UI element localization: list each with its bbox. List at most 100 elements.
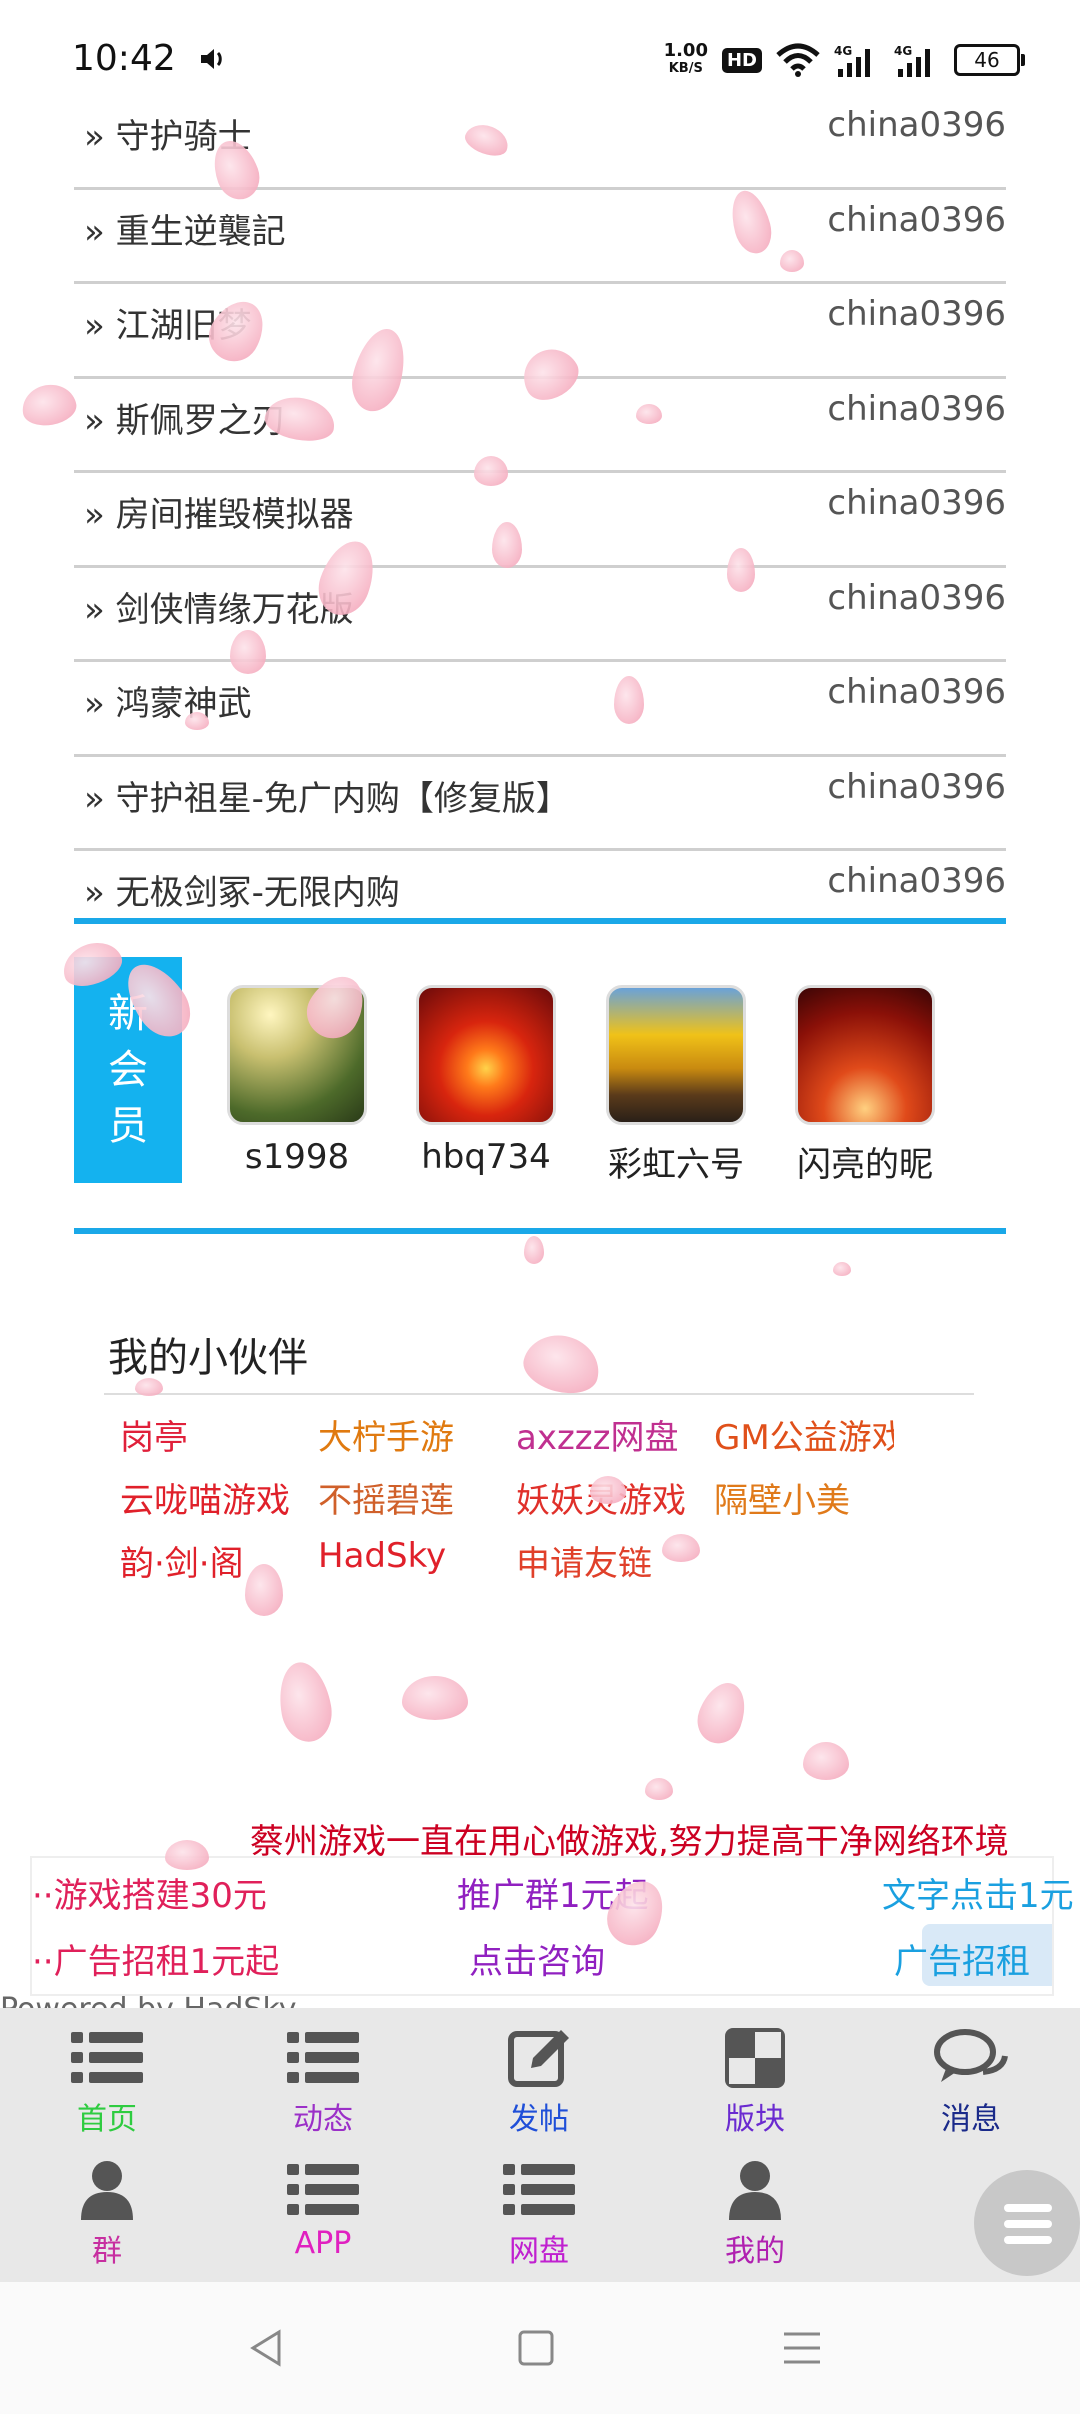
net-speed: 1.00 KB/S <box>664 42 708 78</box>
thread-author[interactable]: china0396 <box>827 200 1006 240</box>
member-card[interactable]: 闪亮的昵 <box>785 985 945 1186</box>
divider <box>74 1228 1006 1234</box>
ad-link[interactable]: 推广群1元起 <box>457 1868 649 1917</box>
thread-title[interactable]: » 房间摧毁模拟器 <box>84 487 354 536</box>
petal-decoration <box>833 1262 851 1276</box>
thread-author[interactable]: china0396 <box>827 483 1006 523</box>
thread-title[interactable]: » 守护骑士 <box>84 109 252 158</box>
nav-label: 我的 <box>725 2234 785 2269</box>
nav-label: 网盘 <box>509 2234 569 2269</box>
avatar[interactable] <box>227 985 367 1125</box>
menu-fab[interactable] <box>974 2170 1080 2276</box>
member-name[interactable]: 闪亮的昵 <box>785 1137 945 1186</box>
partner-link[interactable]: GM公益游戏 <box>714 1410 894 1459</box>
divider <box>104 1393 974 1395</box>
new-members-tag: 新 会 员 <box>74 957 182 1183</box>
nav-me[interactable]: 我的 <box>655 2160 855 2270</box>
back-icon[interactable] <box>245 2326 289 2370</box>
thread-author[interactable]: china0396 <box>827 389 1006 429</box>
thread-row[interactable]: » 无极剑冢-无限内购 china0396 <box>74 851 1006 943</box>
nav-messages[interactable]: 消息 <box>871 2028 1071 2138</box>
nav-app[interactable]: APP <box>223 2160 423 2261</box>
nav-boards[interactable]: 版块 <box>655 2028 855 2138</box>
avatar[interactable] <box>795 985 935 1125</box>
thread-row[interactable]: » 守护骑士 china0396 <box>74 95 1006 190</box>
nav-label: APP <box>294 2226 352 2261</box>
thread-author[interactable]: china0396 <box>827 105 1006 145</box>
partner-link[interactable]: axzzz网盘 <box>516 1410 701 1459</box>
battery-level: 46 <box>974 48 1000 72</box>
bottom-nav: 首页 动态 发帖 版块 消息 群 APP 网盘 我的 <box>0 2008 1080 2282</box>
thread-author[interactable]: china0396 <box>827 767 1006 807</box>
thread-title[interactable]: » 守护祖星-免广内购【修复版】 <box>84 771 570 820</box>
partner-link[interactable]: 隔壁小美 <box>714 1473 899 1522</box>
nav-group[interactable]: 群 <box>7 2160 207 2270</box>
speaker-icon <box>201 49 222 69</box>
edit-icon <box>508 2030 569 2087</box>
thread-title[interactable]: » 重生逆襲記 <box>84 204 286 253</box>
nav-label: 版块 <box>725 2102 785 2137</box>
menu-icon-bar <box>1004 2204 1052 2212</box>
nav-label: 消息 <box>941 2102 1001 2137</box>
partner-link[interactable]: 大柠手游 <box>318 1410 503 1459</box>
consult-link[interactable]: 点击咨询 <box>469 1934 605 1983</box>
nav-post[interactable]: 发帖 <box>439 2028 639 2138</box>
member-card[interactable]: 彩虹六号 <box>596 985 756 1186</box>
member-name[interactable]: s1998 <box>217 1137 377 1177</box>
thread-row[interactable]: » 斯佩罗之刃 china0396 <box>74 379 1006 473</box>
thread-row[interactable]: » 江湖旧梦 china0396 <box>74 284 1006 379</box>
member-card[interactable]: hbq734 <box>406 985 566 1177</box>
thread-author[interactable]: china0396 <box>827 294 1006 334</box>
divider <box>74 918 1006 924</box>
nav-label: 首页 <box>77 2102 137 2137</box>
tag-char: 员 <box>108 1103 148 1149</box>
thread-row[interactable]: » 房间摧毁模拟器 china0396 <box>74 473 1006 568</box>
user-icon <box>81 2161 133 2220</box>
thread-row[interactable]: » 重生逆襲記 china0396 <box>74 190 1006 284</box>
ad-link[interactable]: 文字点击1元 <box>882 1868 1074 1917</box>
member-name[interactable]: 彩虹六号 <box>596 1137 756 1186</box>
nav-home[interactable]: 首页 <box>7 2028 207 2138</box>
recents-menu-icon[interactable] <box>780 2326 824 2370</box>
avatar[interactable] <box>416 985 556 1125</box>
list-icon <box>287 2032 359 2083</box>
nav-drive[interactable]: 网盘 <box>439 2160 639 2270</box>
avatar[interactable] <box>606 985 746 1125</box>
thread-row[interactable]: » 剑侠情缘万花版 china0396 <box>74 568 1006 662</box>
petal-decoration <box>690 1676 754 1750</box>
thread-author[interactable]: china0396 <box>827 578 1006 618</box>
partner-link[interactable]: 岗亭 <box>120 1410 305 1459</box>
partner-link[interactable]: 不摇碧莲 <box>318 1473 503 1522</box>
partner-link[interactable]: 妖妖灵游戏 <box>516 1473 706 1522</box>
nav-feed[interactable]: 动态 <box>223 2028 423 2138</box>
thread-row[interactable]: » 鸿蒙神武 china0396 <box>74 662 1006 757</box>
thread-author[interactable]: china0396 <box>827 672 1006 712</box>
partner-link[interactable]: 云咙喵游戏 <box>120 1473 310 1522</box>
home-square-icon[interactable] <box>514 2326 558 2370</box>
member-card[interactable]: s1998 <box>217 985 377 1177</box>
net-speed-value: 1.00 <box>663 40 708 61</box>
partner-link[interactable]: 韵·剑·阁 <box>120 1536 305 1585</box>
thread-author[interactable]: china0396 <box>827 861 1006 901</box>
signal-4g-icon-2: 4G <box>894 44 930 77</box>
ad-link[interactable]: ··游戏搭建30元 <box>32 1868 267 1917</box>
svg-text:4G: 4G <box>894 44 912 58</box>
ad-link[interactable]: ··广告招租1元起 <box>32 1934 279 1983</box>
thread-title[interactable]: » 鸿蒙神武 <box>84 676 252 725</box>
thread-title[interactable]: » 无极剑冢-无限内购 <box>84 865 400 914</box>
petal-decoration <box>803 1742 849 1780</box>
member-name[interactable]: hbq734 <box>406 1137 566 1177</box>
petal-decoration <box>645 1778 673 1800</box>
partner-link[interactable]: 申请友链 <box>516 1536 701 1585</box>
thread-title[interactable]: » 斯佩罗之刃 <box>84 393 286 442</box>
partner-link[interactable]: HadSky <box>318 1536 503 1576</box>
thread-title[interactable]: » 江湖旧梦 <box>84 298 252 347</box>
menu-icon-bar <box>1004 2236 1052 2244</box>
thread-title[interactable]: » 剑侠情缘万花版 <box>84 582 354 631</box>
signal-4g-icon: 4G <box>834 44 870 77</box>
user-icon <box>729 2161 781 2220</box>
thread-row[interactable]: » 守护祖星-免广内购【修复版】 china0396 <box>74 757 1006 851</box>
partners-title: 我的小伙伴 <box>108 1335 308 1381</box>
petal-decoration <box>18 380 80 430</box>
ad-link[interactable]: 广告招租 <box>894 1934 1030 1983</box>
